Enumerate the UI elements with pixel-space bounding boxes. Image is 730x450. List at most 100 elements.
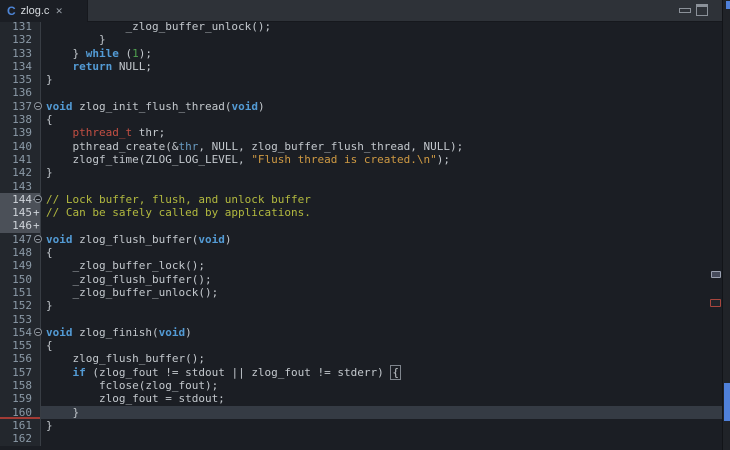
line-number: 160 bbox=[12, 406, 32, 419]
line-number-gutter[interactable]: 153 bbox=[0, 313, 41, 326]
code-line: 159 zlog_fout = stdout; bbox=[0, 392, 722, 405]
error-marker[interactable] bbox=[710, 299, 721, 307]
code-token: "Flush thread is created.\n" bbox=[251, 153, 436, 166]
line-number-gutter[interactable]: 150 bbox=[0, 273, 41, 286]
line-number-gutter[interactable]: 142 bbox=[0, 166, 41, 179]
line-number-gutter[interactable]: 140 bbox=[0, 140, 41, 153]
fold-collapse-icon[interactable] bbox=[34, 235, 42, 243]
code-text[interactable]: zlog_fout = stdout; bbox=[41, 392, 722, 405]
code-text[interactable] bbox=[41, 86, 722, 99]
code-token: } bbox=[46, 73, 53, 86]
code-text[interactable]: void zlog_finish(void) bbox=[41, 326, 722, 339]
line-number: 152 bbox=[12, 299, 32, 312]
code-text[interactable]: pthread_create(&thr, NULL, zlog_buffer_f… bbox=[41, 140, 722, 153]
code-token: // Lock buffer, flush, and unlock buffer bbox=[46, 193, 311, 206]
line-number-gutter[interactable]: 134 bbox=[0, 60, 41, 73]
code-token: { bbox=[46, 339, 53, 352]
line-number-gutter[interactable]: 137 bbox=[0, 100, 41, 113]
code-text[interactable] bbox=[41, 219, 722, 232]
code-text[interactable]: } while (1); bbox=[41, 47, 722, 60]
code-text[interactable]: } bbox=[41, 299, 722, 312]
line-number-gutter[interactable]: 155 bbox=[0, 339, 41, 352]
line-number-gutter[interactable]: 147 bbox=[0, 233, 41, 246]
line-number-gutter[interactable]: 159 bbox=[0, 392, 41, 405]
code-text[interactable]: fclose(zlog_fout); bbox=[41, 379, 722, 392]
code-token: thr; bbox=[132, 126, 165, 139]
fold-collapse-icon[interactable] bbox=[34, 195, 42, 203]
code-token: } bbox=[46, 419, 53, 432]
line-number-gutter[interactable]: 157 bbox=[0, 366, 41, 379]
line-number: 132 bbox=[12, 33, 32, 46]
fold-collapse-icon[interactable] bbox=[34, 102, 42, 110]
line-number-gutter[interactable]: 154 bbox=[0, 326, 41, 339]
diff-added-marker: + bbox=[33, 206, 40, 219]
code-text[interactable]: zlogf_time(ZLOG_LOG_LEVEL, "Flush thread… bbox=[41, 153, 722, 166]
line-number-gutter[interactable]: 162 bbox=[0, 432, 41, 445]
code-text[interactable]: } bbox=[41, 73, 722, 86]
code-text[interactable] bbox=[41, 432, 722, 445]
line-number-gutter[interactable]: 136 bbox=[0, 86, 41, 99]
line-number-gutter[interactable]: 144+ bbox=[0, 193, 41, 206]
line-number-gutter[interactable]: 141 bbox=[0, 153, 41, 166]
info-marker[interactable] bbox=[711, 271, 721, 278]
line-number-gutter[interactable]: 161 bbox=[0, 419, 41, 432]
code-text[interactable]: zlog_flush_buffer(); bbox=[41, 352, 722, 365]
maximize-icon[interactable] bbox=[696, 4, 708, 16]
minimize-icon[interactable] bbox=[679, 8, 691, 13]
code-text[interactable]: return NULL; bbox=[41, 60, 722, 73]
line-number-gutter[interactable]: 139 bbox=[0, 126, 41, 139]
code-text[interactable]: } bbox=[41, 33, 722, 46]
line-number-gutter[interactable]: 146+ bbox=[0, 219, 41, 232]
code-line: 146+ bbox=[0, 219, 722, 232]
line-number: 133 bbox=[12, 47, 32, 60]
code-token: _zlog_buffer_unlock(); bbox=[46, 286, 218, 299]
line-number: 143 bbox=[12, 180, 32, 193]
tab-zlog-c[interactable]: C zlog.c ✕ bbox=[0, 0, 88, 22]
line-number-gutter[interactable]: 148 bbox=[0, 246, 41, 259]
line-number-gutter[interactable]: 138 bbox=[0, 113, 41, 126]
line-number: 135 bbox=[12, 73, 32, 86]
code-text[interactable] bbox=[41, 313, 722, 326]
code-text[interactable] bbox=[41, 180, 722, 193]
line-number-gutter[interactable]: 143 bbox=[0, 180, 41, 193]
code-text[interactable]: if (zlog_fout != stdout || zlog_fout != … bbox=[41, 366, 722, 379]
line-number-gutter[interactable]: 145+ bbox=[0, 206, 41, 219]
line-number-gutter[interactable]: 160 bbox=[0, 406, 41, 419]
code-text[interactable]: _zlog_buffer_unlock(); bbox=[41, 286, 722, 299]
line-number-gutter[interactable]: 156 bbox=[0, 352, 41, 365]
code-text[interactable]: } bbox=[41, 419, 722, 432]
code-text[interactable]: { bbox=[41, 339, 722, 352]
code-token: ); bbox=[139, 47, 152, 60]
code-text[interactable]: } bbox=[41, 406, 722, 419]
close-icon[interactable]: ✕ bbox=[55, 6, 63, 17]
scrollbar-thumb[interactable] bbox=[724, 383, 730, 421]
code-line: 133 } while (1); bbox=[0, 47, 722, 60]
code-text[interactable]: { bbox=[41, 246, 722, 259]
line-number-gutter[interactable]: 133 bbox=[0, 47, 41, 60]
code-token: , NULL, zlog_buffer_flush_thread, NULL); bbox=[198, 140, 463, 153]
code-token: { bbox=[46, 113, 53, 126]
code-text[interactable]: { bbox=[41, 113, 722, 126]
line-number-gutter[interactable]: 151 bbox=[0, 286, 41, 299]
line-number-gutter[interactable]: 132 bbox=[0, 33, 41, 46]
line-number-gutter[interactable]: 135 bbox=[0, 73, 41, 86]
code-text[interactable]: // Can be safely called by applications. bbox=[41, 206, 722, 219]
code-text[interactable]: _zlog_buffer_lock(); bbox=[41, 259, 722, 272]
code-text[interactable]: void zlog_init_flush_thread(void) bbox=[41, 100, 722, 113]
line-number-gutter[interactable]: 158 bbox=[0, 379, 41, 392]
code-token: 1 bbox=[132, 47, 139, 60]
line-number-gutter[interactable]: 149 bbox=[0, 259, 41, 272]
line-number: 139 bbox=[12, 126, 32, 139]
code-text[interactable]: } bbox=[41, 166, 722, 179]
code-line: 141 zlogf_time(ZLOG_LOG_LEVEL, "Flush th… bbox=[0, 153, 722, 166]
code-text[interactable]: // Lock buffer, flush, and unlock buffer bbox=[41, 193, 722, 206]
line-number-gutter[interactable]: 152 bbox=[0, 299, 41, 312]
code-token: // Can be safely called by applications. bbox=[46, 206, 311, 219]
vertical-scrollbar[interactable] bbox=[722, 0, 730, 450]
code-text[interactable]: _zlog_flush_buffer(); bbox=[41, 273, 722, 286]
code-line: 132 } bbox=[0, 33, 722, 46]
code-text[interactable]: void zlog_flush_buffer(void) bbox=[41, 233, 722, 246]
code-token: while bbox=[86, 47, 119, 60]
fold-collapse-icon[interactable] bbox=[34, 328, 42, 336]
code-text[interactable]: pthread_t thr; bbox=[41, 126, 722, 139]
